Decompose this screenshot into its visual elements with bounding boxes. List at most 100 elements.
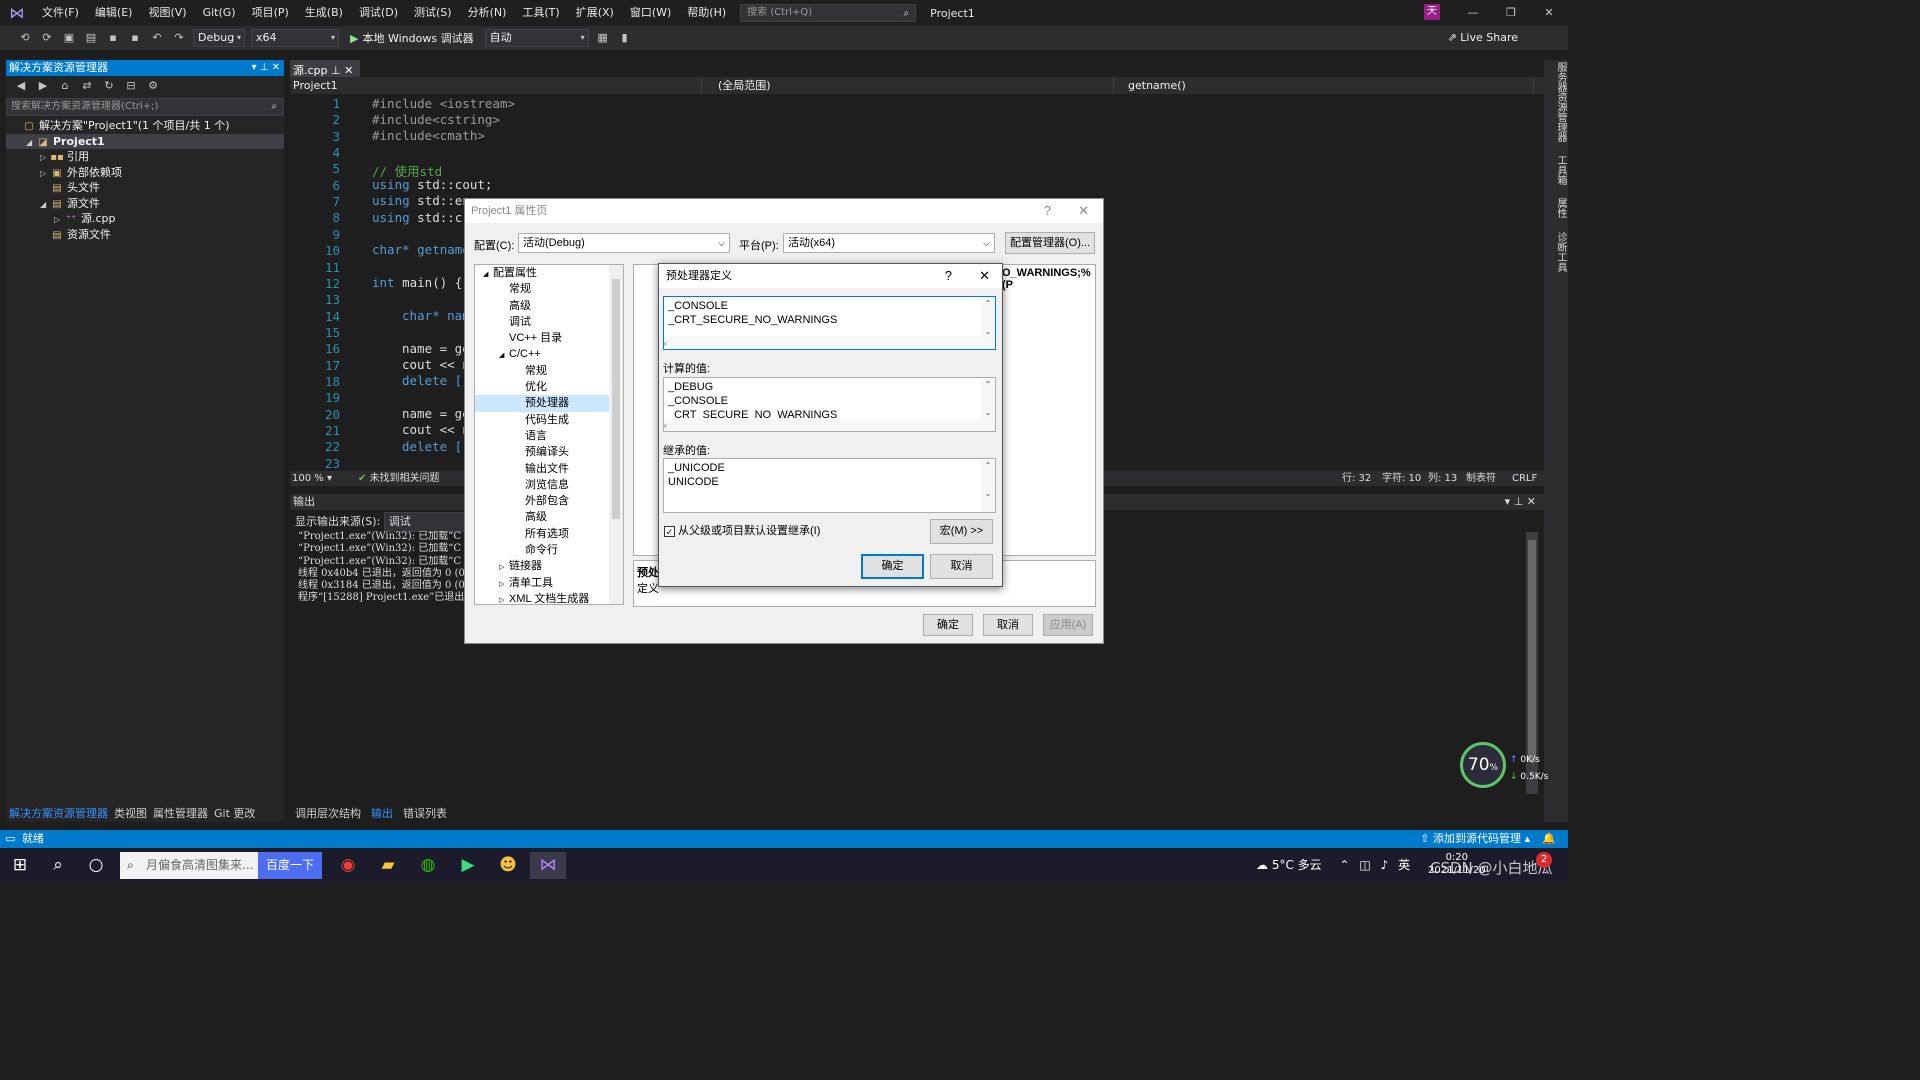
rail-properties[interactable]: 属性 (1555, 198, 1566, 218)
redo-icon[interactable]: ↷ (171, 30, 187, 46)
tree-item[interactable]: ◢ ▤ 源文件 (6, 196, 284, 212)
tree-item[interactable]: ▷ ▣ 外部依赖项 (6, 165, 284, 181)
new-project-icon[interactable]: ▣ (61, 30, 77, 46)
properties-icon[interactable]: ⚙ (145, 78, 161, 94)
performance-gauge[interactable]: 70% (1460, 742, 1506, 788)
solution-search-input[interactable]: 搜索解决方案资源管理器(Ctrl+;) ⌕ (6, 98, 284, 116)
config-dropdown[interactable]: 活动(Debug) ⌵ (518, 233, 730, 253)
tab-output[interactable]: 输出 (366, 806, 398, 822)
save-all-icon[interactable]: ▪ (127, 30, 143, 46)
folder-icon[interactable]: ▦ (595, 30, 611, 46)
chrome-icon[interactable]: ◉ (330, 852, 366, 879)
property-tree-item[interactable]: 语言 (475, 428, 623, 444)
menu-tools[interactable]: 工具(T) (514, 0, 567, 26)
nav-function-dropdown[interactable]: getname() (1114, 77, 1534, 94)
expand-arrow-icon[interactable]: ◢ (40, 197, 50, 213)
baidu-search-button[interactable]: 百度一下 (258, 852, 322, 879)
property-tree-item[interactable]: 输出文件 (475, 461, 623, 477)
property-tree-item[interactable]: ▷ 链接器 (475, 558, 623, 574)
expand-arrow-icon[interactable]: ▷ (40, 166, 50, 182)
config-manager-button[interactable]: 配置管理器(O)... (1005, 232, 1095, 254)
tab-call-hierarchy[interactable]: 调用层次结构 (290, 806, 366, 822)
taskbar-search-input[interactable]: ⌕ 月偏食高清图集来... (120, 852, 258, 879)
tab-class-view[interactable]: 类视图 (111, 806, 150, 822)
tab-git-changes[interactable]: Git 更改 (211, 806, 258, 822)
avatar[interactable]: 天 (1424, 4, 1440, 20)
macros-button[interactable]: 宏(M) >> (930, 519, 993, 544)
scrollbar-thumb[interactable] (1528, 540, 1536, 762)
tab-property-manager[interactable]: 属性管理器 (150, 806, 211, 822)
collapse-icon[interactable]: ⊟ (123, 78, 139, 94)
forward-icon[interactable]: ⟳ (39, 30, 55, 46)
rail-toolbox[interactable]: 工具箱 (1555, 155, 1566, 185)
zoom-dropdown[interactable]: 100 % ▾ (292, 471, 332, 486)
help-button[interactable]: ? (1044, 199, 1051, 223)
live-share-button[interactable]: ⇗ Live Share (1448, 31, 1518, 44)
nav-project-dropdown[interactable]: Project1 (290, 77, 702, 94)
property-tree-item[interactable]: 代码生成 (475, 412, 623, 428)
notification-bell-icon[interactable]: 🔔 (1542, 830, 1556, 848)
definitions-textarea[interactable]: _CONSOLE _CRT_SECURE_NO_WARNINGS ⌃ ⌄ ‹ (663, 296, 996, 350)
wechat-icon[interactable]: ◍ (410, 852, 446, 879)
property-tree-item[interactable]: 预编译头 (475, 444, 623, 460)
open-file-icon[interactable]: ▤ (83, 30, 99, 46)
help-button[interactable]: ? (945, 264, 952, 288)
cancel-button[interactable]: 取消 (983, 614, 1033, 636)
tree-item[interactable]: ▢ 解决方案"Project1"(1 个项目/共 1 个) (6, 118, 284, 134)
inherit-checkbox[interactable]: ✓ (664, 525, 675, 537)
indent-mode[interactable]: 制表符 (1466, 471, 1496, 486)
rail-server-explorer[interactable]: 服务器资源管理器 (1555, 62, 1566, 142)
tree-item[interactable]: ◢ ◪ Project1 (6, 133, 284, 151)
property-tree-item[interactable]: ◢ C/C++ (475, 346, 623, 362)
undo-icon[interactable]: ↶ (149, 30, 165, 46)
nav-scope-dropdown[interactable]: (全局范围) (702, 77, 1114, 94)
solution-platform-dropdown[interactable]: x64 ▾ (251, 29, 339, 47)
menu-help[interactable]: 帮助(H) (679, 0, 734, 26)
property-tree-item[interactable]: 优化 (475, 379, 623, 395)
clock[interactable]: 0:20 2021/11/20 (1428, 851, 1486, 877)
property-tree-item[interactable]: ◢ 配置属性 (475, 265, 623, 281)
editor-tab-source-cpp[interactable]: 源.cpp ⊥ ✕ (290, 60, 360, 77)
app-icon[interactable]: ☻ (490, 852, 526, 879)
minimize-button[interactable]: — (1454, 0, 1492, 26)
vertical-scrollbar[interactable]: ⌃ ⌄ (981, 459, 995, 512)
property-tree-item[interactable]: ▷ XML 文档生成器 (475, 591, 623, 604)
close-dialog-button[interactable]: ✕ (979, 264, 990, 288)
expand-arrow-icon[interactable]: ▷ (499, 593, 509, 604)
close-dialog-button[interactable]: ✕ (1078, 199, 1089, 223)
menu-window[interactable]: 窗口(W) (622, 0, 679, 26)
menu-git[interactable]: Git(G) (195, 0, 244, 26)
horizontal-scrollbar[interactable]: ‹ (664, 337, 995, 349)
ime-indicator[interactable]: 英 (1398, 858, 1410, 872)
menu-extensions[interactable]: 扩展(X) (568, 0, 622, 26)
menu-file[interactable]: 文件(F) (34, 0, 87, 26)
ok-button[interactable]: 确定 (861, 554, 924, 579)
close-icon[interactable]: ✕ (344, 64, 353, 77)
scrollbar-thumb[interactable] (612, 279, 620, 519)
save-icon[interactable]: ▪ (105, 30, 121, 46)
menu-analyze[interactable]: 分析(N) (460, 0, 515, 26)
ok-button[interactable]: 确定 (923, 614, 973, 636)
apply-button[interactable]: 应用(A) (1043, 614, 1093, 636)
menu-view[interactable]: 视图(V) (140, 0, 194, 26)
expand-arrow-icon[interactable]: ◢ (26, 135, 36, 151)
tab-error-list[interactable]: 错误列表 (398, 806, 452, 822)
property-tree-item[interactable]: ▷ 清单工具 (475, 575, 623, 591)
back-icon[interactable]: ◀ (13, 78, 29, 94)
property-tree-item[interactable]: 浏览信息 (475, 477, 623, 493)
tree-item[interactable]: ▷ ▪▪ 引用 (6, 149, 284, 165)
inherit-checkbox-row[interactable]: ✓ 从父级或项目默认设置继承(I) (664, 522, 820, 538)
menu-test[interactable]: 测试(S) (406, 0, 460, 26)
auto-dropdown[interactable]: 自动 ▾ (484, 29, 589, 47)
menu-edit[interactable]: 编辑(E) (87, 0, 141, 26)
file-explorer-icon[interactable]: ▰ (370, 852, 406, 879)
platform-dropdown[interactable]: 活动(x64) ⌵ (783, 233, 995, 253)
property-tree-item[interactable]: VC++ 目录 (475, 330, 623, 346)
property-tree-item[interactable]: 高级 (475, 298, 623, 314)
tab-solution-explorer[interactable]: 解决方案资源管理器 (6, 806, 111, 822)
tree-item[interactable]: ▷ ⁺⁺ 源.cpp (6, 211, 284, 227)
refresh-icon[interactable]: ↻ (101, 78, 117, 94)
property-tree-item[interactable]: 所有选项 (475, 526, 623, 542)
close-window-button[interactable]: ✕ (1530, 0, 1568, 26)
property-tree-item[interactable]: 常规 (475, 363, 623, 379)
